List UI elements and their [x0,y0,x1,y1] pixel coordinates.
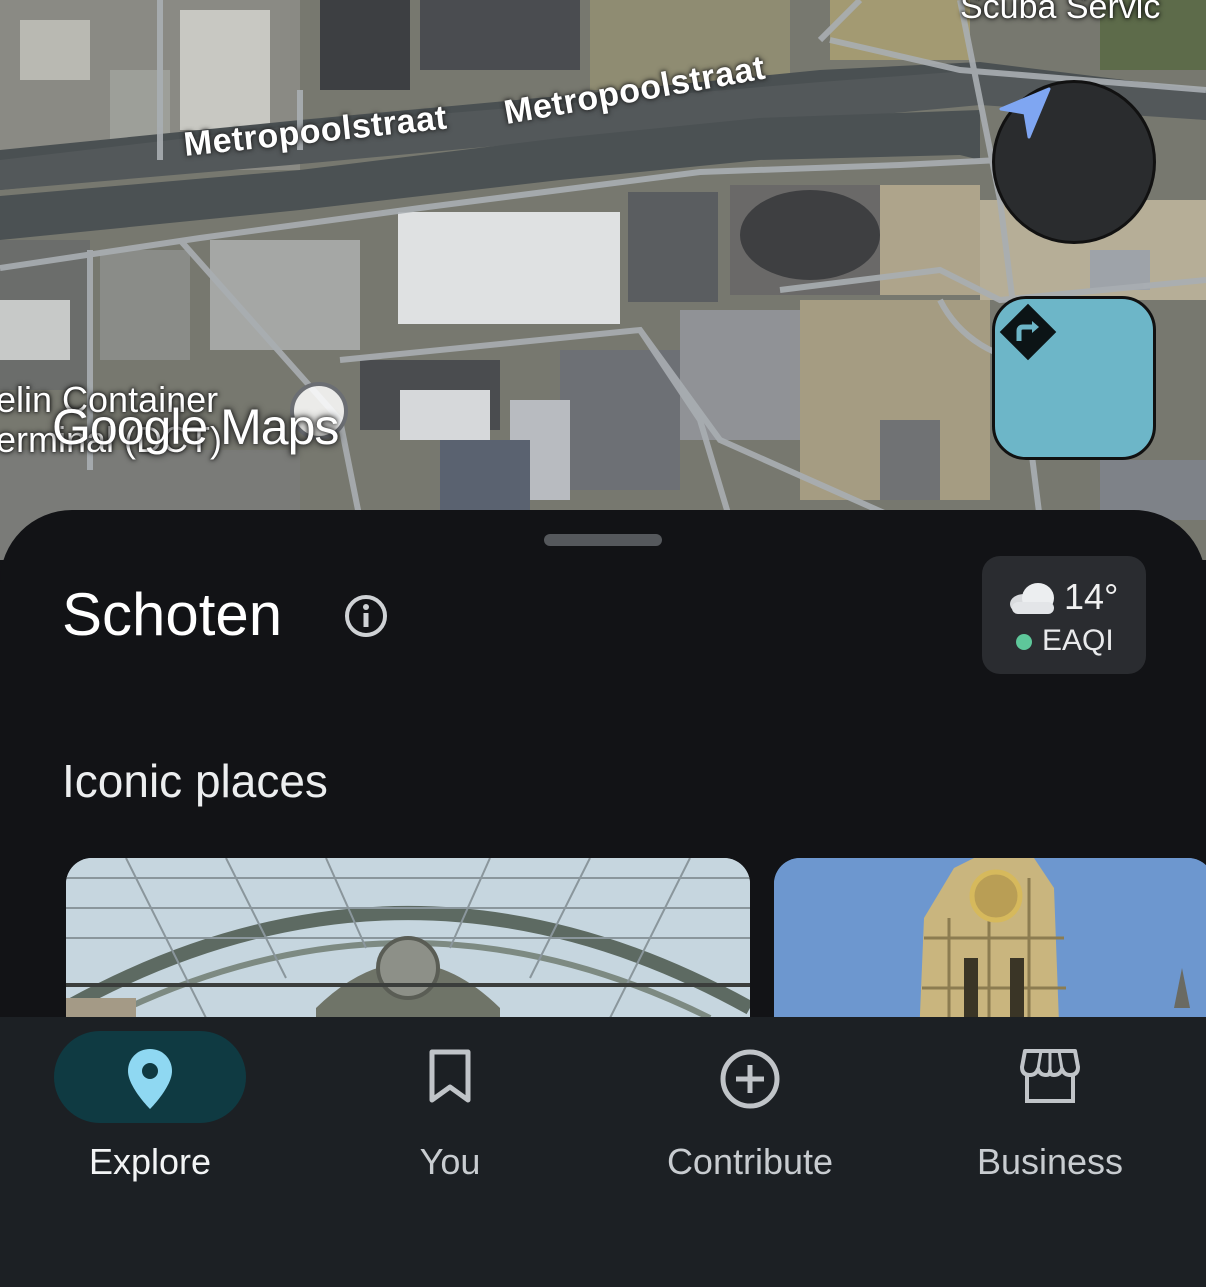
nav-label: You [419,1141,481,1182]
nav-label: Business [976,1141,1124,1182]
weather-chip[interactable]: 14° EAQI [982,556,1146,674]
storefront-icon [1020,1049,1080,1103]
location-pin-icon [128,1049,172,1109]
nav-business[interactable]: Business [900,1017,1200,1217]
directions-button[interactable] [992,296,1156,460]
air-quality-label: EAQI [1042,624,1114,657]
nav-label: Contribute [666,1141,834,1182]
section-title: Iconic places [62,755,328,807]
map-view[interactable]: Scuba Servic Metropoolstraat Metropoolst… [0,0,1206,560]
info-icon[interactable] [342,592,390,645]
sheet-drag-handle[interactable] [544,534,662,546]
bookmark-icon [429,1049,471,1103]
weather-temperature: 14° [1064,576,1119,617]
add-circle-icon [720,1049,780,1109]
google-maps-watermark: Google Maps [52,399,339,455]
map-label-scuba: Scuba Servic [960,0,1161,26]
navigation-arrow-icon [999,87,1051,139]
nav-you[interactable]: You [300,1017,600,1217]
bottom-navigation: Explore You Contribute Business [0,1017,1206,1287]
cloud-icon [1010,583,1054,614]
directions-icon [999,303,1057,361]
air-quality-indicator [1016,634,1032,650]
my-location-button[interactable] [992,80,1156,244]
nav-label: Explore [88,1141,212,1182]
nav-contribute[interactable]: Contribute [600,1017,900,1217]
place-title: Schoten [62,581,283,648]
nav-explore[interactable]: Explore [0,1017,300,1217]
